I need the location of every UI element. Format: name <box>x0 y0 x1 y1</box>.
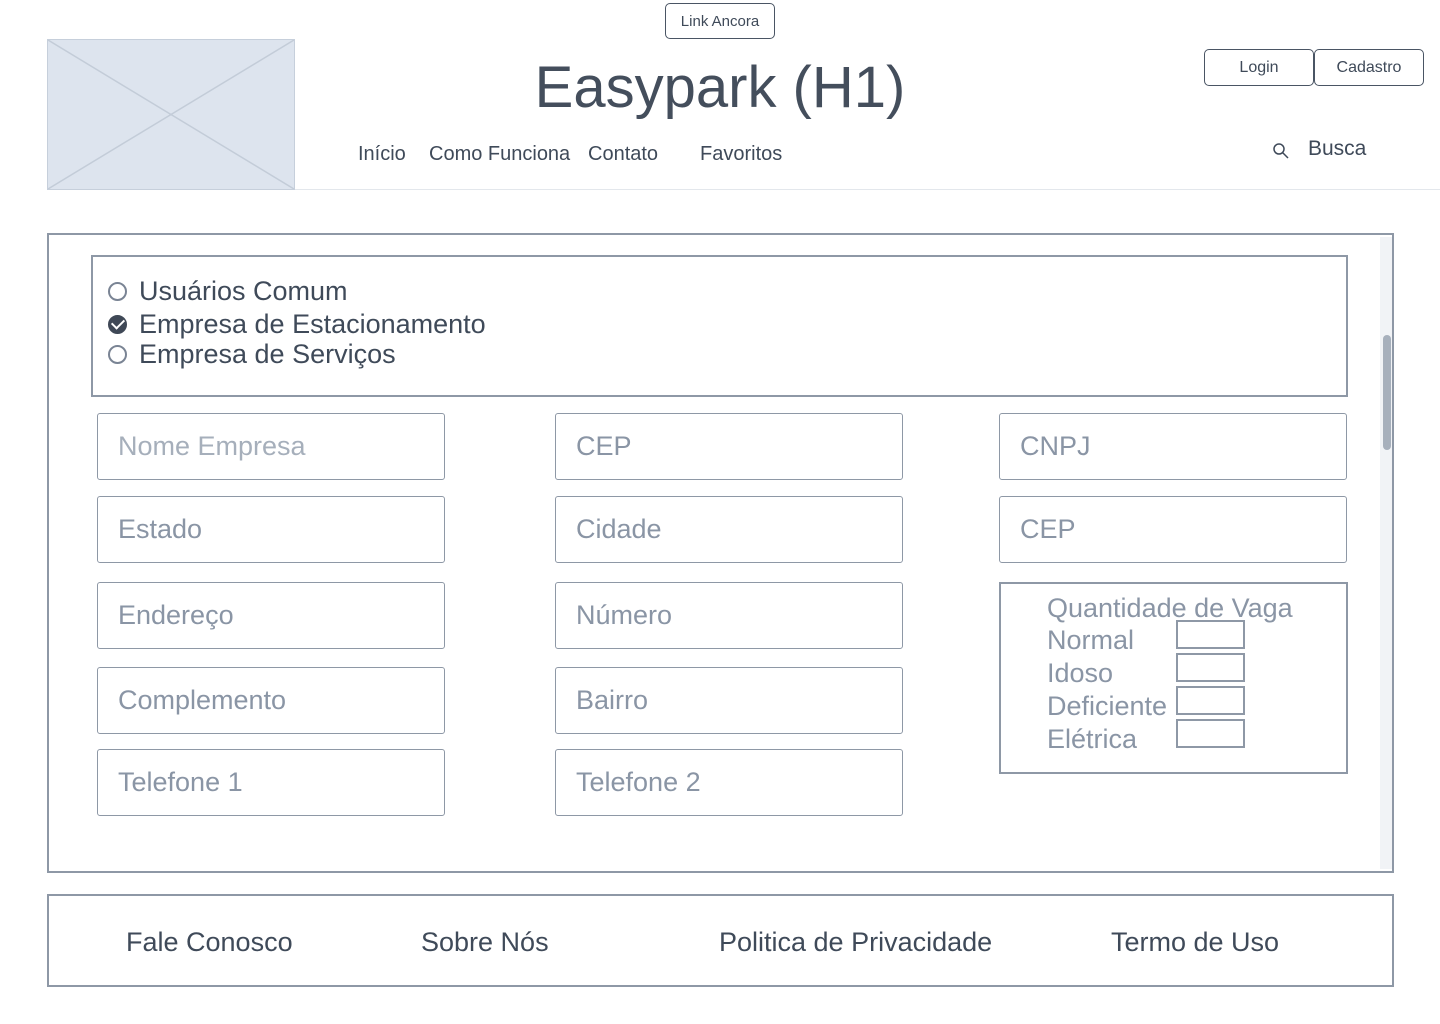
endereco-input[interactable] <box>97 582 445 649</box>
image-placeholder-icon <box>48 40 294 189</box>
vaga-normal-input[interactable] <box>1176 620 1245 649</box>
nav-inicio[interactable]: Início <box>358 141 406 167</box>
vaga-label-idoso: Idoso <box>1047 658 1114 688</box>
link-ancora-button[interactable]: Link Ancora <box>665 3 775 39</box>
login-button[interactable]: Login <box>1204 49 1314 86</box>
cep-2-input[interactable] <box>999 496 1347 563</box>
footer-link-termo-uso[interactable]: Termo de Uso <box>1111 925 1279 959</box>
telefone-1-input[interactable] <box>97 749 445 816</box>
vaga-idoso-input[interactable] <box>1176 653 1245 682</box>
vaga-label-normal: Normal <box>1047 625 1135 655</box>
scrollbar-thumb[interactable] <box>1383 335 1391 450</box>
quantidade-vaga-title: Quantidade de Vaga <box>1047 593 1293 623</box>
footer-link-sobre-nos[interactable]: Sobre Nós <box>421 925 549 959</box>
cnpj-input[interactable] <box>999 413 1347 480</box>
radio-unchecked-icon[interactable] <box>108 344 127 364</box>
header-divider <box>295 189 1440 190</box>
vaga-label-deficiente: Deficiente <box>1047 691 1168 721</box>
nav-favoritos[interactable]: Favoritos <box>700 141 782 167</box>
scrollbar-track[interactable] <box>1380 237 1392 869</box>
radio-option-usuarios-comum[interactable]: Usuários Comum <box>108 275 348 307</box>
radio-checked-icon[interactable] <box>108 314 127 334</box>
cadastro-button[interactable]: Cadastro <box>1314 49 1424 86</box>
telefone-2-input[interactable] <box>555 749 903 816</box>
bairro-input[interactable] <box>555 667 903 734</box>
logo-image-placeholder <box>47 39 295 190</box>
page-title: Easypark (H1) <box>534 55 906 120</box>
radio-label: Empresa de Estacionamento <box>139 308 486 339</box>
footer-link-politica-privacidade[interactable]: Politica de Privacidade <box>719 925 992 959</box>
nav-contato[interactable]: Contato <box>588 141 658 167</box>
vaga-eletrica-input[interactable] <box>1176 719 1245 748</box>
complemento-input[interactable] <box>97 667 445 734</box>
search-icon[interactable] <box>1271 141 1291 161</box>
numero-input[interactable] <box>555 582 903 649</box>
radio-option-empresa-servicos[interactable]: Empresa de Serviços <box>108 338 396 370</box>
nome-empresa-input[interactable] <box>97 413 445 480</box>
footer-link-fale-conosco[interactable]: Fale Conosco <box>126 925 293 959</box>
search-label[interactable]: Busca <box>1308 136 1366 162</box>
radio-option-empresa-estacionamento[interactable]: Empresa de Estacionamento <box>108 308 486 340</box>
cep-input[interactable] <box>555 413 903 480</box>
nav-como-funciona[interactable]: Como Funciona <box>429 141 570 167</box>
cidade-input[interactable] <box>555 496 903 563</box>
vaga-deficiente-input[interactable] <box>1176 686 1245 715</box>
radio-label: Empresa de Serviços <box>139 338 396 369</box>
estado-input[interactable] <box>97 496 445 563</box>
vaga-label-eletrica: Elétrica <box>1047 724 1138 754</box>
radio-label: Usuários Comum <box>139 275 348 306</box>
radio-unchecked-icon[interactable] <box>108 281 127 301</box>
